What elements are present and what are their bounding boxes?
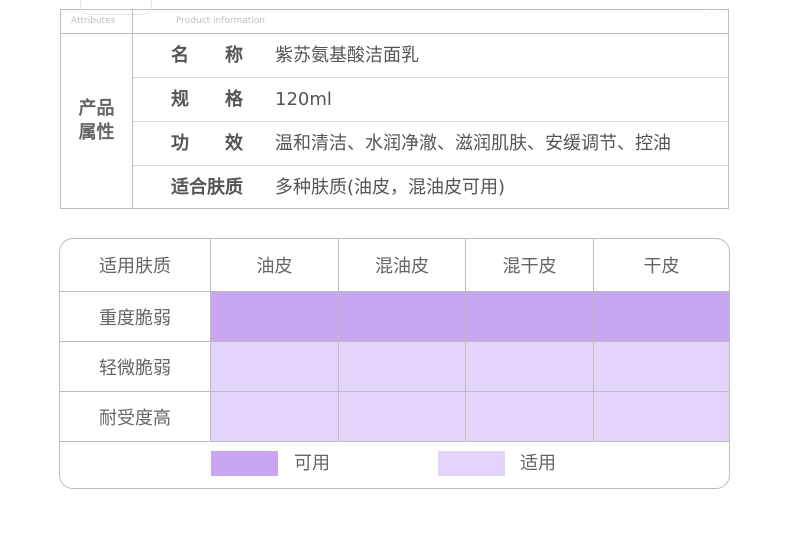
suitability-cell-light <box>594 392 729 441</box>
info-value: 多种肤质(油皮，混油皮可用) <box>275 177 506 198</box>
info-key: 适合肤质 <box>171 177 243 198</box>
info-key: 名称 <box>171 45 279 66</box>
legend-label-suitable: 适用 <box>520 453 556 474</box>
info-table-header: Attributes Product information <box>61 10 728 34</box>
info-value: 温和清洁、水润净澈、滋润肌肤、安缓调节、控油 <box>275 133 671 154</box>
info-row-effect: 功效 温和清洁、水润净澈、滋润肌肤、安缓调节、控油 <box>133 122 729 166</box>
info-row-spec: 规格 120ml <box>133 78 729 122</box>
grid-line <box>60 291 729 292</box>
row-label: 轻微脆弱 <box>99 357 171 379</box>
info-key: 规格 <box>171 89 279 110</box>
grid-line <box>60 441 729 442</box>
column-header: 混油皮 <box>375 256 429 277</box>
row-label: 耐受度高 <box>99 407 171 429</box>
suitability-cell-light <box>594 342 729 391</box>
suitability-cell-light <box>466 392 593 441</box>
column-header: 混干皮 <box>502 256 557 277</box>
info-row-skin-type: 适合肤质 多种肤质(油皮，混油皮可用) <box>133 166 729 209</box>
legend-swatch-available <box>211 451 278 476</box>
grid-line <box>593 239 594 441</box>
suitability-cell-light <box>211 392 338 441</box>
info-value: 120ml <box>275 89 332 110</box>
legend-label-available: 可用 <box>294 453 330 474</box>
header-attributes: Attributes <box>71 16 116 26</box>
info-value: 紫苏氨基酸洁面乳 <box>275 45 419 66</box>
grid-line <box>210 239 211 441</box>
suitability-cell-light <box>339 392 465 441</box>
suitability-cell-light <box>339 342 465 391</box>
grid-line <box>60 341 729 342</box>
suitability-cell-strong <box>466 292 593 341</box>
suitability-cell-strong <box>594 292 729 341</box>
product-attributes-label: 产品属性 <box>78 97 115 143</box>
info-row-name: 名称 紫苏氨基酸洁面乳 <box>133 34 729 78</box>
grid-line <box>465 239 466 441</box>
suitability-cell-strong <box>211 292 338 341</box>
legend-swatch-suitable <box>438 451 505 476</box>
product-info-table: Attributes Product information 产品属性 名称 紫… <box>60 9 729 209</box>
header-product-information: Product information <box>176 16 265 26</box>
grid-line <box>338 239 339 441</box>
suitability-cell-light <box>211 342 338 391</box>
grid-line <box>60 391 729 392</box>
info-key: 功效 <box>171 133 279 154</box>
corner-header: 适用肤质 <box>99 256 171 277</box>
skin-suitability-table: 适用肤质 油皮 混油皮 混干皮 干皮 重度脆弱 轻微脆弱 耐受度高 可用 适用 <box>59 238 730 489</box>
suitability-cell-strong <box>339 292 465 341</box>
column-header: 油皮 <box>256 256 293 277</box>
column-header: 干皮 <box>643 256 680 277</box>
suitability-cell-light <box>466 342 593 391</box>
row-label: 重度脆弱 <box>99 307 171 329</box>
